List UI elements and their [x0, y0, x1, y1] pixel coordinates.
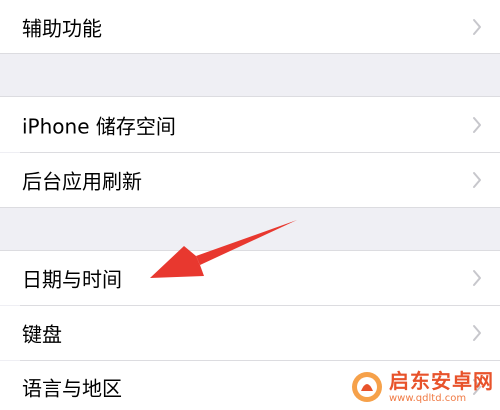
chevron-right-icon — [473, 116, 481, 133]
section-spacer — [0, 54, 500, 96]
watermark: 启东安卓网 www.qdltd.com — [351, 370, 494, 404]
watermark-logo-icon — [352, 372, 382, 402]
settings-row-keyboard[interactable]: 键盘 — [0, 306, 500, 360]
settings-row-iphone-storage[interactable]: iPhone 储存空间 — [0, 97, 500, 152]
settings-row-label: 语言与地区 — [22, 376, 122, 401]
chevron-right-icon — [473, 18, 481, 35]
settings-row-accessibility[interactable]: 辅助功能 — [0, 0, 500, 53]
watermark-url: www.qdltd.com — [389, 392, 467, 404]
watermark-title: 启东安卓网 — [389, 368, 494, 393]
chevron-right-icon — [473, 270, 481, 286]
settings-row-label: iPhone 储存空间 — [22, 114, 176, 138]
settings-row-label: 辅助功能 — [22, 16, 102, 40]
settings-row-background-app-refresh[interactable]: 后台应用刷新 — [0, 153, 500, 207]
chevron-right-icon — [473, 172, 481, 188]
section-spacer — [0, 208, 500, 250]
settings-row-date-time[interactable]: 日期与时间 — [0, 251, 500, 305]
settings-row-label: 后台应用刷新 — [22, 169, 142, 194]
settings-row-label: 键盘 — [22, 322, 62, 347]
chevron-right-icon — [473, 325, 481, 341]
settings-row-label: 日期与时间 — [22, 267, 122, 292]
